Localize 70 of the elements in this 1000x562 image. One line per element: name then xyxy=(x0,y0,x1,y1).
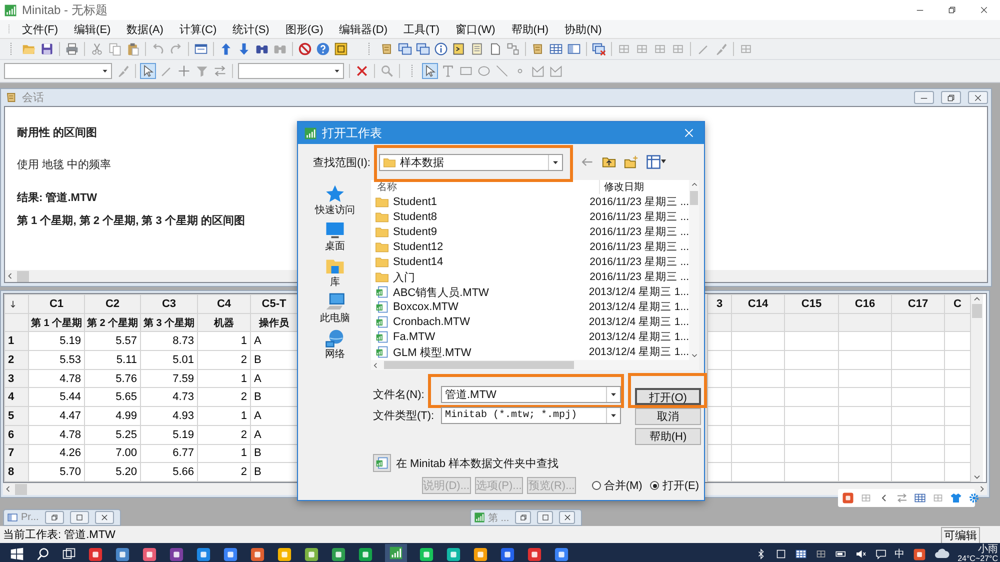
table-cell: 5.25 xyxy=(84,425,140,444)
table-cell: 5.01 xyxy=(140,350,198,370)
table-cell: 2 xyxy=(198,462,250,482)
table-cell: 4.47 xyxy=(28,406,84,426)
window-title: Minitab - 无标题 xyxy=(22,2,108,18)
table-cell: 2 xyxy=(198,388,250,407)
field-label: 文件名(N): xyxy=(373,388,426,402)
search-hint: 在 Minitab 样本数据文件夹中查找 xyxy=(396,456,559,470)
session-text: 使用 地毯 中的频率 xyxy=(17,158,112,172)
table-cell: 5.44 xyxy=(28,388,84,407)
table-cell: 5.11 xyxy=(84,350,140,370)
file-name: Student12 xyxy=(393,240,444,253)
file-date: 2013/12/4 星期三 1... xyxy=(588,300,689,314)
file-date: 2013/12/4 星期三 1... xyxy=(588,285,689,300)
file-name: Student14 xyxy=(393,256,444,268)
table-cell: 6.77 xyxy=(140,444,198,463)
table-cell: 1 xyxy=(198,332,250,351)
table-cell: 5.65 xyxy=(84,388,140,407)
window-title: 会话 xyxy=(22,91,44,105)
file-date: 2016/11/23 星期三 ... xyxy=(588,254,689,269)
file-date: 2016/11/23 星期三 ... xyxy=(588,240,689,254)
table-cell: 5.76 xyxy=(84,369,140,388)
table-cell: 7.59 xyxy=(140,369,198,388)
table-cell: 7.00 xyxy=(84,444,140,463)
table-cell: 5.70 xyxy=(28,462,84,482)
table-cell: 2 xyxy=(198,350,250,370)
table-cell: 1 xyxy=(198,369,250,388)
file-name: GLM 模型.MTW xyxy=(393,346,472,360)
table-cell: 1 xyxy=(198,406,250,426)
table-cell: 5.57 xyxy=(84,332,140,351)
session-text: 耐用性 的区间图 xyxy=(17,126,98,140)
dialog-title: 打开工作表 xyxy=(322,124,382,142)
file-date: 2013/12/4 星期三 1... xyxy=(588,315,689,330)
file-date: 2016/11/23 星期三 ... xyxy=(588,270,689,284)
temperature-text: 24°C~27°C xyxy=(958,555,998,562)
field-label: 查找范围(I): xyxy=(313,156,372,170)
table-cell: 4.93 xyxy=(140,406,198,426)
window-title: 第 ... xyxy=(488,512,510,524)
session-text: 第 1 个星期, 第 2 个星期, 第 3 个星期 的区间图 xyxy=(17,214,245,228)
file-date: 2016/11/23 星期三 ... xyxy=(588,210,689,224)
file-date: 2013/12/4 星期三 1... xyxy=(588,345,689,360)
table-cell: 2 xyxy=(198,425,250,444)
table-cell: 4.99 xyxy=(84,406,140,426)
table-cell: 5.19 xyxy=(140,425,198,444)
table-cell: 5.20 xyxy=(84,462,140,482)
table-cell: 4.78 xyxy=(28,425,84,444)
file-name: 入门 xyxy=(393,270,415,285)
file-name: Boxcox.MTW xyxy=(393,301,458,314)
weather-text: 小雨 xyxy=(978,545,998,555)
table-cell: 4.78 xyxy=(28,369,84,388)
session-text: 结果: 管道.MTW xyxy=(17,190,98,205)
table-cell: 5.66 xyxy=(140,462,198,482)
table-cell: 4.73 xyxy=(140,388,198,407)
file-date: 2013/12/4 星期三 1... xyxy=(588,330,689,344)
file-name: Student8 xyxy=(393,210,438,223)
table-cell: 4.26 xyxy=(28,444,84,463)
file-date: 2016/11/23 星期三 ... xyxy=(588,194,689,209)
status-text: 当前工作表: 管道.MTW xyxy=(3,528,116,542)
file-date: 2016/11/23 星期三 ... xyxy=(588,224,689,239)
window-title: Pr... xyxy=(21,512,39,523)
file-name: Cronbach.MTW xyxy=(393,316,470,328)
file-name: Student1 xyxy=(393,196,438,208)
field-label: 文件类型(T): xyxy=(373,408,436,423)
table-cell: 8.73 xyxy=(140,332,198,351)
table-cell: 1 xyxy=(198,444,250,463)
table-cell: 5.19 xyxy=(28,332,84,351)
file-name: Student9 xyxy=(393,226,438,238)
file-name: ABC销售人员.MTW xyxy=(393,286,489,300)
table-cell: 5.53 xyxy=(28,350,84,370)
file-name: Fa.MTW xyxy=(393,331,436,344)
